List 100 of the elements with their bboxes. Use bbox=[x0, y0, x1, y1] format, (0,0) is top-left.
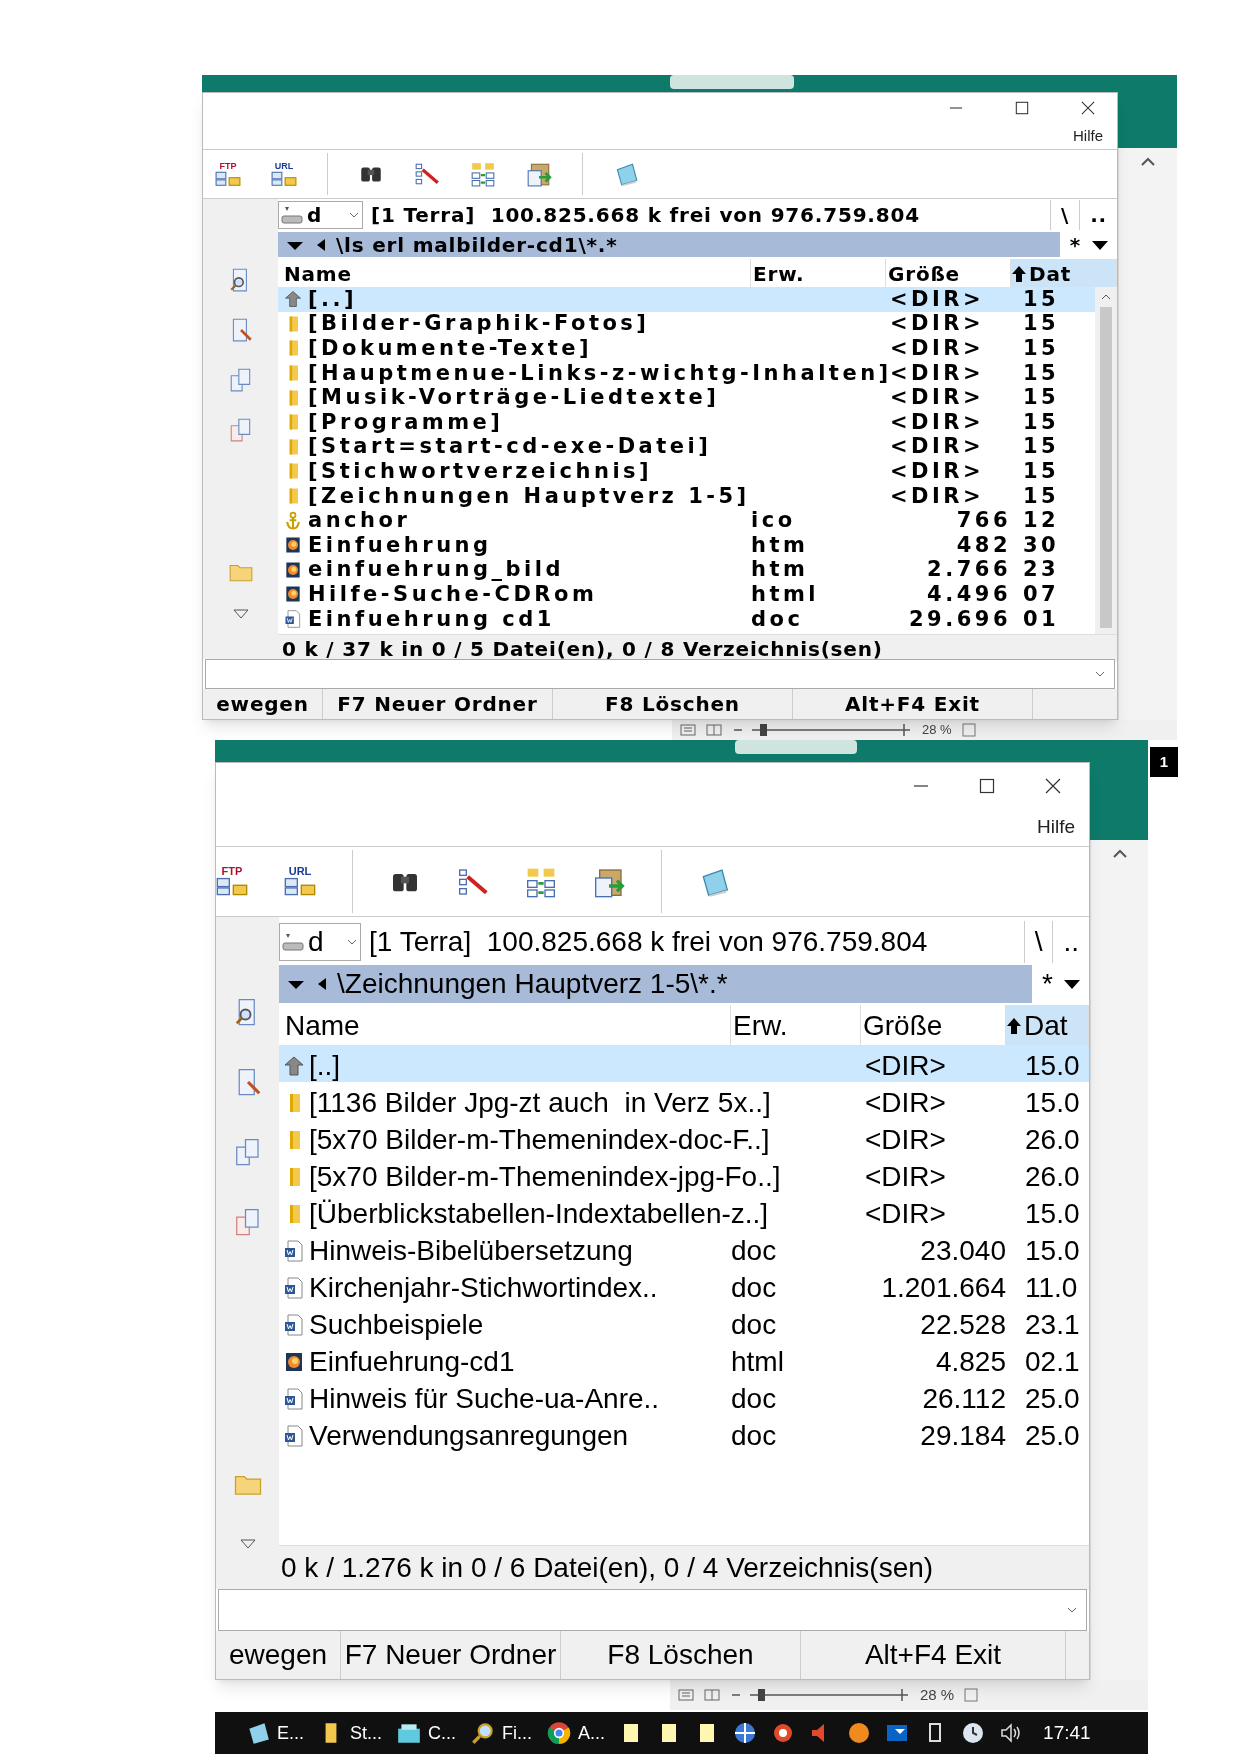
dropdown-triangle-icon[interactable] bbox=[232, 609, 249, 619]
path-button[interactable]: .. bbox=[1052, 921, 1089, 963]
menu-item[interactable]: Hilfe bbox=[1073, 124, 1103, 148]
page-view-icon bbox=[678, 1689, 694, 1701]
file-row[interactable]: [..] <DIR> 15.0 bbox=[279, 1045, 1089, 1082]
ftp-button[interactable]: FTP bbox=[215, 161, 241, 187]
file-size: <DIR> bbox=[864, 1049, 947, 1083]
menu-item[interactable]: Hilfe bbox=[1037, 812, 1075, 842]
file-name: [Programme] bbox=[308, 411, 505, 433]
folders-swap-button[interactable] bbox=[470, 161, 496, 187]
file-name: Hilfe-Suche-CDRom bbox=[308, 583, 599, 605]
file-extension: htm bbox=[751, 534, 810, 556]
file-date: 15 bbox=[1022, 485, 1061, 507]
file-size: <DIR> bbox=[889, 436, 986, 458]
folders-swap-icon bbox=[470, 161, 496, 187]
function-key-button[interactable]: F7 Neuer Ordner bbox=[323, 689, 553, 719]
ftp-button[interactable]: FTP bbox=[216, 866, 248, 897]
dropdown-triangle-icon[interactable] bbox=[239, 1539, 256, 1549]
drive-dropdown[interactable]: d bbox=[279, 923, 361, 961]
file-date: 30 bbox=[1022, 534, 1061, 556]
path-button[interactable]: \ bbox=[1023, 921, 1053, 963]
function-key-button[interactable]: F8 Löschen bbox=[561, 1631, 801, 1679]
function-key-button[interactable]: ewegen bbox=[216, 1631, 341, 1679]
back-triangle-icon[interactable] bbox=[317, 977, 327, 991]
scroll-thumb[interactable] bbox=[1100, 307, 1112, 628]
file-name: [Hauptmenue-Links-z-wichtg-Inhalten] bbox=[308, 362, 886, 384]
drive-dropdown[interactable]: d bbox=[278, 201, 363, 229]
file-extension: html bbox=[731, 1345, 785, 1379]
command-field[interactable] bbox=[218, 1589, 1087, 1631]
function-key-button[interactable]: F7 Neuer Ordner bbox=[341, 1631, 561, 1679]
close-icon[interactable] bbox=[1045, 777, 1061, 794]
path-button[interactable]: .. bbox=[1079, 200, 1117, 230]
filter-dropdown-icon[interactable] bbox=[1063, 978, 1081, 990]
function-key-button[interactable]: F8 Löschen bbox=[553, 689, 793, 719]
app-icon[interactable] bbox=[847, 1721, 872, 1745]
file-date: 12 bbox=[1022, 510, 1061, 532]
scrollbar[interactable] bbox=[1095, 287, 1117, 634]
file-name: [..] bbox=[309, 1049, 342, 1083]
taskbar-button[interactable]: C... bbox=[396, 1719, 457, 1747]
file-date: 15.0 bbox=[1024, 1049, 1081, 1083]
close-icon[interactable] bbox=[1081, 101, 1095, 115]
file-name: [Stichwortverzeichnis] bbox=[308, 460, 654, 482]
file-name: [Zeichnungen Hauptverz 1-5] bbox=[308, 485, 751, 507]
taskbar-button[interactable]: A... bbox=[546, 1719, 606, 1747]
taskbar-button[interactable]: E... bbox=[245, 1719, 304, 1747]
column-header[interactable]: Name bbox=[279, 1005, 731, 1047]
column-header[interactable]: Größe bbox=[886, 259, 1011, 289]
function-key-button[interactable]: Alt+F4 Exit bbox=[801, 1631, 1066, 1679]
file-size: <DIR> bbox=[864, 1160, 947, 1194]
maximize-icon[interactable] bbox=[1015, 101, 1029, 115]
file-name: Einfuehrung-cd1 bbox=[309, 1345, 516, 1379]
function-key-button[interactable]: Alt+F4 Exit bbox=[793, 689, 1033, 719]
list-pen-button[interactable] bbox=[414, 161, 440, 187]
zoom-slider-icon[interactable] bbox=[730, 1688, 910, 1702]
drive-icon bbox=[281, 205, 303, 225]
taskbar-button[interactable]: St... bbox=[318, 1719, 383, 1747]
function-key-button[interactable]: ewegen bbox=[203, 689, 323, 719]
filter-button[interactable]: * bbox=[1032, 963, 1063, 1005]
file-name: [Start=start-cd-exe-Datei] bbox=[308, 436, 713, 458]
clipboard-arrow-button[interactable] bbox=[526, 161, 552, 187]
scroll-up-icon bbox=[1100, 293, 1112, 301]
file-size: <DIR> bbox=[889, 460, 986, 482]
column-header[interactable]: Erw. bbox=[751, 259, 886, 289]
taskbar-button[interactable]: Fi... bbox=[470, 1719, 533, 1747]
file-row[interactable]: [..] <DIR> 15 bbox=[278, 287, 1095, 312]
file-name: Hinweis für Suche-ua-Anre.. bbox=[309, 1382, 661, 1416]
filter-dropdown-icon[interactable] bbox=[1091, 238, 1109, 251]
column-header[interactable]: Erw. bbox=[731, 1005, 861, 1047]
column-header[interactable]: Dat bbox=[1011, 259, 1117, 289]
filter-button[interactable]: * bbox=[1059, 229, 1091, 260]
column-header[interactable]: Größe bbox=[861, 1005, 1006, 1047]
globe-icon[interactable] bbox=[733, 1721, 758, 1745]
clock-icon[interactable] bbox=[961, 1721, 986, 1745]
url-button[interactable]: URL bbox=[271, 161, 297, 187]
drive-icon bbox=[282, 932, 304, 952]
column-header[interactable]: Dat bbox=[1006, 1005, 1089, 1047]
file-size: <DIR> bbox=[889, 338, 986, 359]
file-size: 23.040 bbox=[919, 1234, 1006, 1268]
chevron-down-icon bbox=[348, 211, 360, 219]
command-field[interactable] bbox=[205, 659, 1115, 689]
file-size: <DIR> bbox=[864, 1197, 947, 1231]
sort-up-icon bbox=[1011, 265, 1027, 283]
file-date: 15.0 bbox=[1024, 1197, 1081, 1231]
list-pen-icon bbox=[414, 161, 440, 187]
column-header[interactable]: Name bbox=[278, 259, 751, 289]
file-size: <DIR> bbox=[889, 313, 986, 335]
url-button[interactable]: URL bbox=[284, 866, 316, 897]
file-name: Einfuehrung cd1 bbox=[308, 608, 556, 630]
maximize-icon[interactable] bbox=[979, 777, 995, 794]
file-name: Hinweis-Bibelübersetzung bbox=[309, 1234, 634, 1268]
history-dropdown-icon[interactable] bbox=[287, 978, 307, 990]
path-button[interactable]: \ bbox=[1050, 200, 1080, 230]
back-triangle-icon[interactable] bbox=[316, 237, 326, 252]
file-date: 23 bbox=[1022, 559, 1061, 581]
file-date: 15 bbox=[1022, 411, 1061, 433]
columns-view-icon bbox=[704, 1689, 720, 1701]
file-name: einfuehrung_bild bbox=[308, 559, 565, 581]
zoom-slider-icon[interactable] bbox=[732, 723, 912, 737]
file-size: 482 bbox=[955, 534, 1011, 556]
current-path: \ls erl malbilder-cd1\*.* bbox=[336, 231, 618, 259]
